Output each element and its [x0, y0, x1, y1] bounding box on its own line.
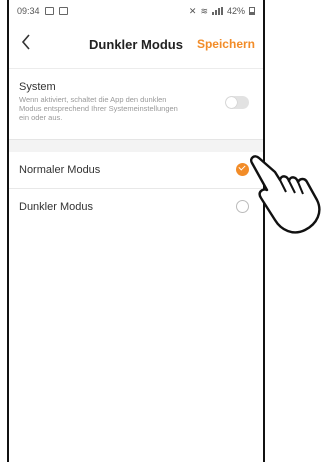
toggle-knob [226, 97, 237, 108]
mode-options: Normaler Modus Dunkler Modus [9, 152, 263, 225]
pointing-hand-icon [250, 155, 321, 234]
option-label: Normaler Modus [19, 164, 101, 176]
system-setting-row: System Wenn aktiviert, schaltet die App … [9, 69, 263, 140]
battery-percent: 42% [226, 6, 245, 16]
message-notification-icon [58, 7, 68, 15]
system-section: System Wenn aktiviert, schaltet die App … [9, 69, 263, 140]
battery-icon [249, 7, 255, 15]
status-bar: 09:34 ✕ ≋ 42% [9, 0, 263, 22]
wifi-icon: ≋ [200, 5, 208, 16]
status-right: ✕ ≋ 42% [189, 6, 255, 17]
system-title: System [19, 81, 56, 93]
option-dark-mode[interactable]: Dunkler Modus [9, 189, 263, 225]
option-normal-mode[interactable]: Normaler Modus [9, 152, 263, 189]
status-time: 09:34 [17, 6, 40, 16]
status-left: 09:34 [17, 6, 68, 16]
gallery-notification-icon [44, 7, 54, 15]
save-button[interactable]: Speichern [197, 37, 255, 51]
signal-icon [211, 7, 223, 15]
nav-bar: Dunkler Modus Speichern [9, 22, 263, 69]
section-divider [9, 140, 263, 152]
option-label: Dunkler Modus [19, 201, 93, 213]
system-toggle[interactable] [225, 96, 249, 109]
phone-screen: 09:34 ✕ ≋ 42% Dunkler Modus Speichern Sy… [7, 0, 265, 462]
mute-icon: ✕ [188, 5, 197, 16]
system-description: Wenn aktiviert, schaltet die App den dun… [19, 95, 178, 122]
